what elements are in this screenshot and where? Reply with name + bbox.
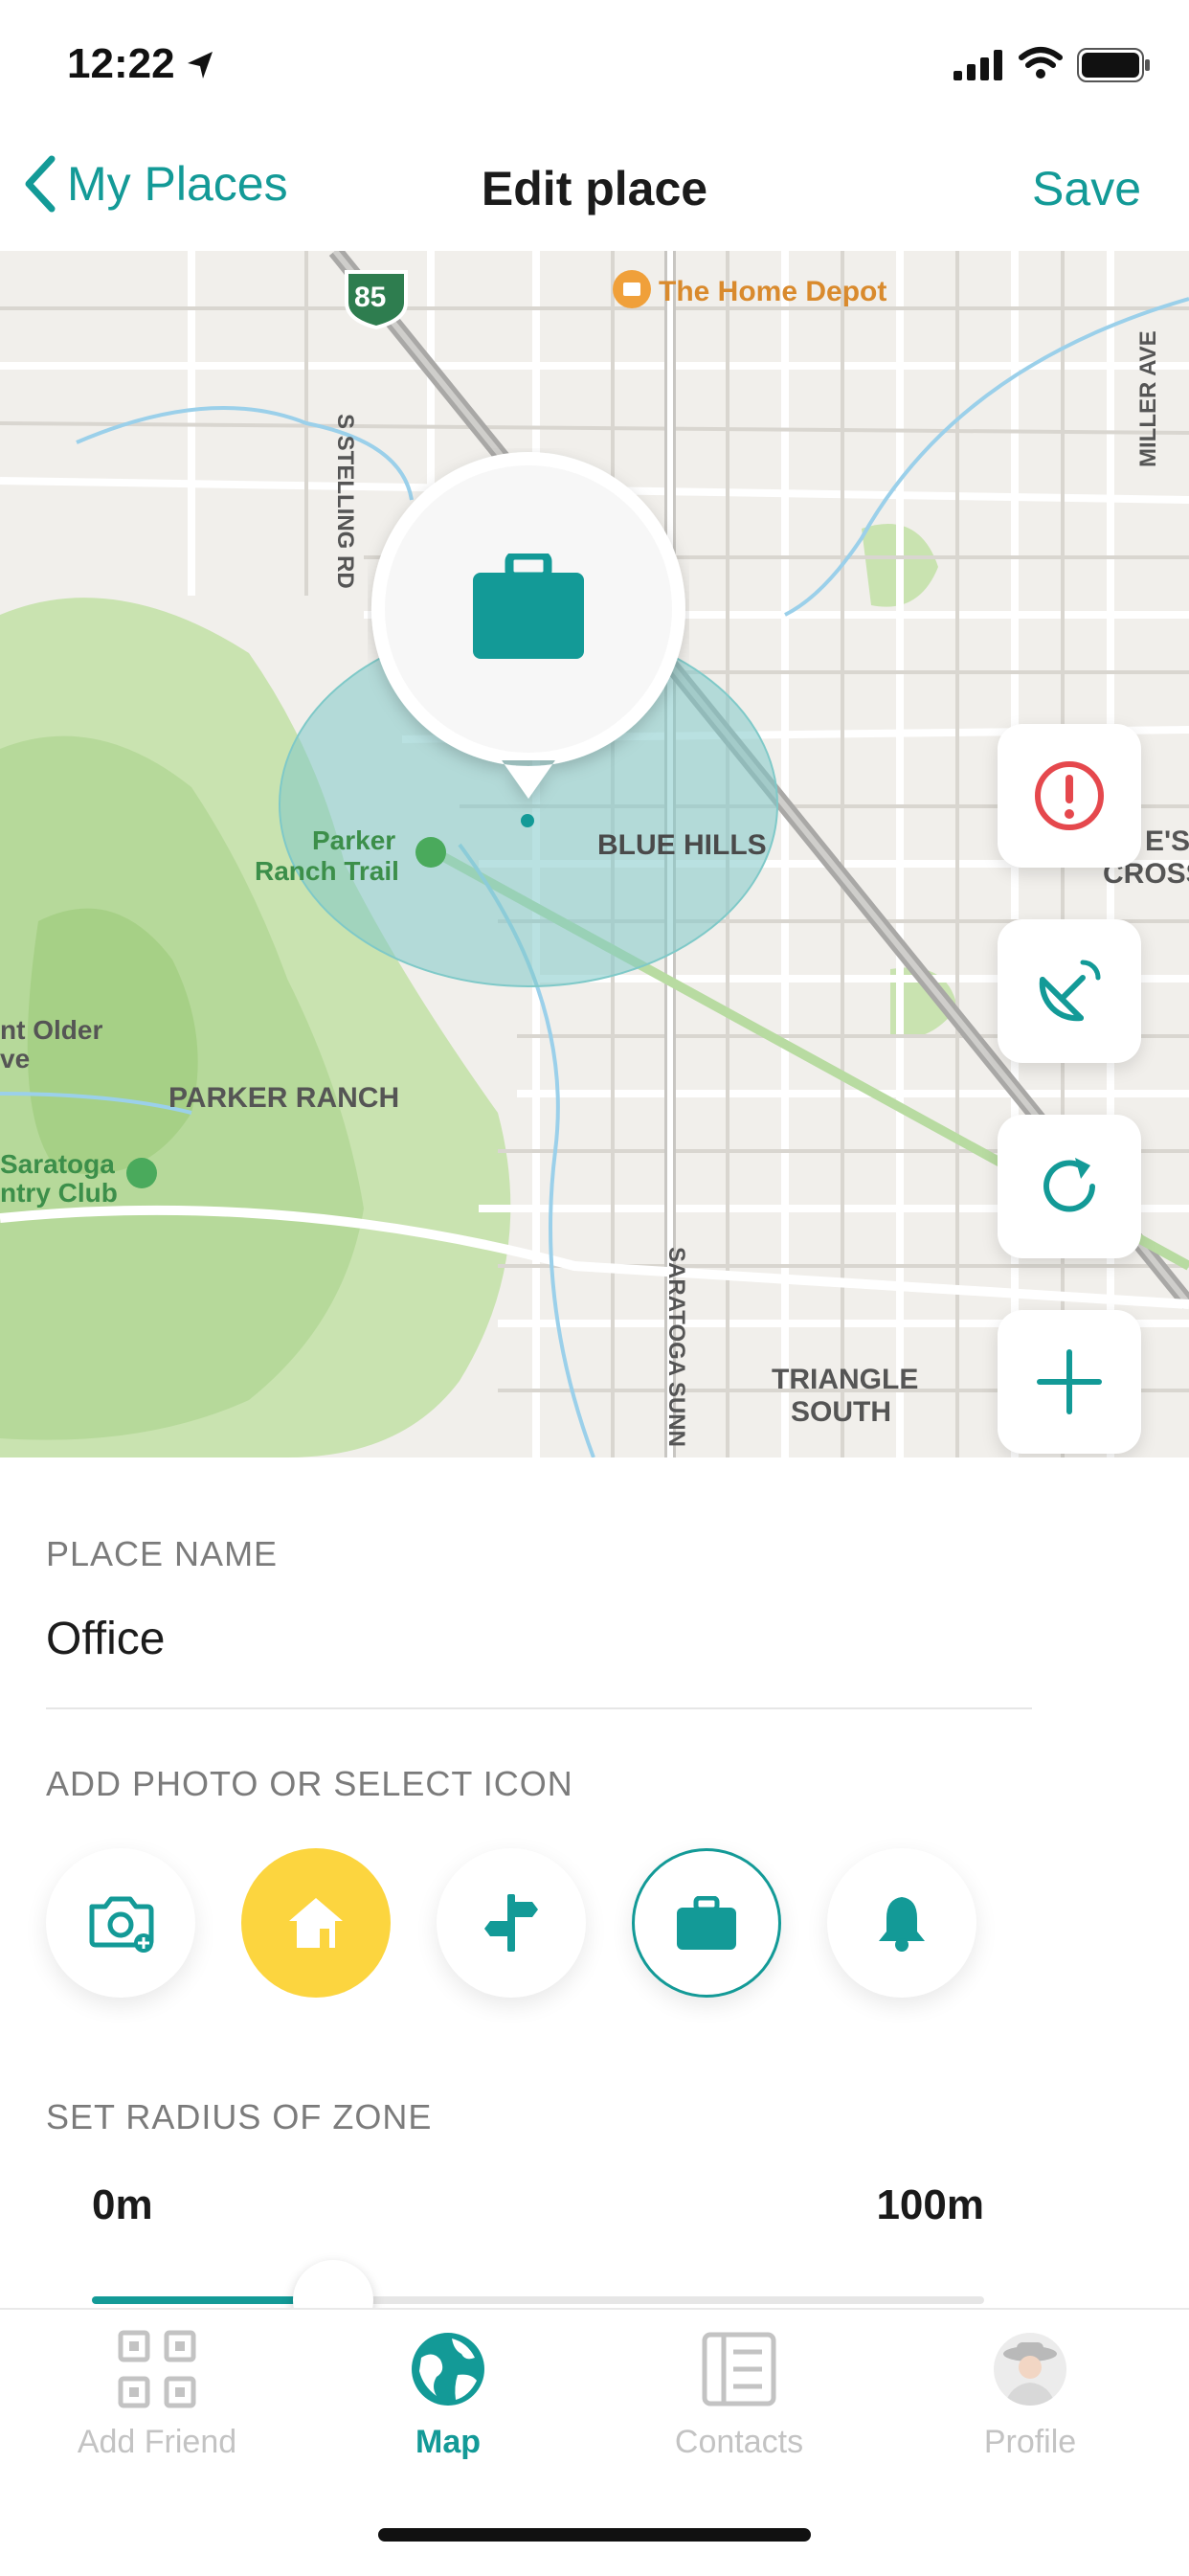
map-label-older-1: nt Older: [0, 1015, 103, 1045]
camera-add-icon: [89, 1896, 154, 1953]
map-label-saratoga-2: ntry Club: [0, 1178, 118, 1208]
radius-section-label: SET RADIUS OF ZONE: [46, 2097, 433, 2136]
tab-contacts-label: Contacts: [674, 2424, 804, 2460]
radius-slider-track[interactable]: [92, 2296, 984, 2304]
map-label-home-depot: The Home Depot: [659, 276, 887, 307]
icon-section-label: ADD PHOTO OR SELECT ICON: [46, 1764, 573, 1803]
signal-icon: [953, 50, 1002, 80]
report-button[interactable]: [998, 724, 1141, 868]
map-label-triangle-2: SOUTH: [791, 1396, 891, 1428]
avatar: [994, 2333, 1066, 2406]
alert-icon: [1035, 761, 1104, 830]
bell-icon-option[interactable]: [827, 1848, 976, 1998]
tab-contacts[interactable]: Contacts: [624, 2329, 854, 2461]
map-label-older-2: ve: [0, 1044, 31, 1073]
zoom-in-button[interactable]: [998, 1310, 1141, 1454]
map-label-triangle-1: TRIANGLE: [772, 1364, 919, 1395]
bell-icon: [879, 1897, 925, 1952]
refresh-icon: [1043, 1158, 1095, 1212]
globe-icon: [412, 2333, 484, 2406]
tab-add-friend[interactable]: Add Friend: [42, 2329, 272, 2461]
location-arrow-icon: [188, 52, 213, 79]
signpost-icon: [484, 1894, 538, 1952]
tab-profile-label: Profile: [983, 2424, 1077, 2460]
radius-max-label: 100m: [876, 2181, 984, 2228]
contacts-icon: [702, 2332, 776, 2407]
place-marker[interactable]: [368, 448, 689, 799]
wifi-icon: [1019, 47, 1063, 79]
tab-add-friend-label: Add Friend: [77, 2424, 237, 2460]
briefcase-icon-option[interactable]: [632, 1848, 781, 1998]
home-indicator: [378, 2528, 811, 2542]
briefcase-icon: [677, 1896, 736, 1950]
divider: [46, 1707, 1032, 1709]
map-label-stelling: S STELLING RD: [332, 414, 358, 589]
map-label-miller: MILLER AVE: [1135, 330, 1161, 467]
map-label-highway: 85: [354, 282, 387, 313]
add-photo-button[interactable]: [46, 1848, 195, 1998]
page-title: Edit place: [481, 162, 708, 215]
home-icon-option[interactable]: [241, 1848, 391, 1998]
refresh-button[interactable]: [998, 1115, 1141, 1258]
place-name-input[interactable]: Office: [46, 1613, 166, 1665]
map-label-parker-trail-2: Ranch Trail: [255, 856, 399, 886]
satellite-icon: [1039, 960, 1101, 1022]
battery-icon: [1077, 48, 1150, 82]
tab-profile[interactable]: Profile: [915, 2329, 1145, 2461]
status-time: 12:22: [67, 40, 175, 87]
place-name-label: PLACE NAME: [46, 1534, 279, 1573]
map-label-parker-trail-1: Parker: [312, 825, 396, 855]
map-view[interactable]: 85 The Home Depot S STELLING RD MILLER A…: [0, 251, 1189, 1457]
tab-map[interactable]: Map: [333, 2329, 563, 2461]
radius-min-label: 0m: [92, 2181, 153, 2228]
tab-map-label: Map: [415, 2424, 481, 2460]
briefcase-icon: [473, 554, 584, 659]
map-label-blue-hills: BLUE HILLS: [597, 829, 767, 861]
satellite-view-button[interactable]: [998, 919, 1141, 1063]
map-label-saratoga-1: Saratoga: [0, 1149, 115, 1179]
qr-code-icon: [118, 2330, 196, 2408]
map-label-parker-ranch: PARKER RANCH: [168, 1082, 400, 1114]
signpost-icon-option[interactable]: [437, 1848, 586, 1998]
save-button[interactable]: Save: [1032, 161, 1141, 216]
home-icon: [289, 1898, 343, 1948]
map-label-crossing-1: E'S: [1145, 825, 1189, 857]
plus-icon: [1037, 1349, 1102, 1414]
location-dot: [521, 814, 534, 827]
map-label-saratoga-sunn: SARATOGA SUNN: [663, 1247, 689, 1447]
